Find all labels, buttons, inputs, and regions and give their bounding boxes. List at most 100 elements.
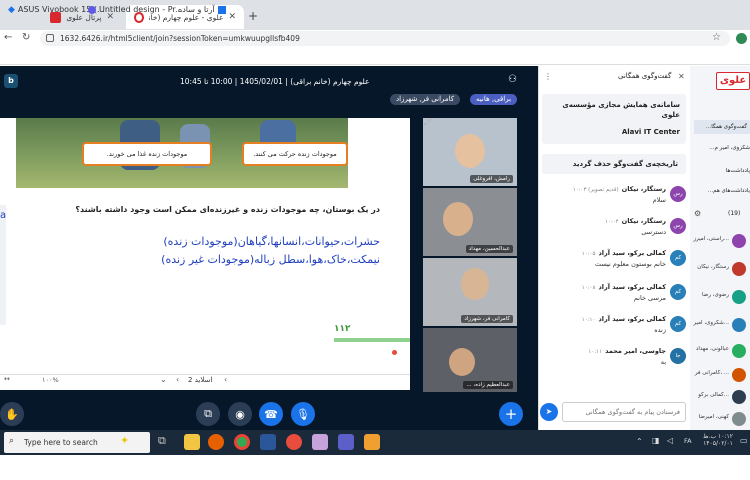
blank-area bbox=[0, 455, 750, 480]
bookmark-icon bbox=[217, 5, 226, 14]
sidebar-item-chat[interactable]: گفت‌وگوی همگا... bbox=[694, 120, 750, 134]
sidebar-item-private-chat[interactable]: شکروی، امیر م... bbox=[694, 145, 750, 151]
chevron-up-icon[interactable]: ⌃ bbox=[636, 437, 643, 446]
clock[interactable]: ۱۰:۱۲ ب.ظ ۱۴۰۵/۰۲/۰۱ bbox=[700, 433, 736, 447]
profile-avatar[interactable] bbox=[736, 33, 747, 44]
chat-avatar: کم bbox=[670, 250, 686, 266]
widgets-icon[interactable]: ✦ bbox=[120, 434, 129, 447]
bbb-logo-icon: b bbox=[4, 74, 18, 88]
user-name: شکروی، امیر... bbox=[693, 320, 729, 326]
language-indicator[interactable]: FA bbox=[684, 437, 692, 445]
next-slide-icon[interactable]: ⌄ bbox=[160, 375, 167, 384]
sidebar-item-shared-notes[interactable]: یادداشت‌های هم... bbox=[694, 188, 750, 194]
word-icon[interactable] bbox=[260, 434, 276, 450]
bookmark-untitled[interactable]: Untitled design - Pr... bbox=[88, 4, 183, 15]
users-count: (19) bbox=[728, 210, 741, 217]
text-tool-icon[interactable]: a bbox=[0, 210, 6, 221]
users-toggle-icon[interactable]: ⚇ bbox=[508, 74, 517, 85]
chat-author: کمالی برکو، سید آراد bbox=[598, 315, 666, 323]
chrome-icon[interactable] bbox=[234, 434, 250, 450]
slide-caption-right: موجودات زنده حرکت می کنند. bbox=[242, 142, 348, 166]
chat-text: سلام bbox=[652, 196, 666, 204]
chat-text: دسترسی bbox=[641, 228, 666, 236]
task-view-icon[interactable]: ⧉ bbox=[158, 434, 174, 450]
teams-icon[interactable] bbox=[338, 434, 354, 450]
chat-time: ۱۰:۰۴ bbox=[604, 219, 619, 225]
chat-menu-icon[interactable]: ⋮ bbox=[544, 72, 552, 81]
file-explorer-icon[interactable] bbox=[184, 434, 200, 450]
user-avatar bbox=[732, 344, 746, 358]
user-list-item[interactable]: رضوی، رضا bbox=[690, 286, 750, 314]
plus-actions-icon[interactable]: + bbox=[499, 402, 523, 426]
video-tile[interactable]: کامرانی فر، شهرزاد bbox=[423, 258, 517, 326]
microphone-icon[interactable]: 🎙 bbox=[291, 402, 315, 426]
user-name: رضوی، رضا bbox=[702, 292, 729, 298]
user-avatar bbox=[732, 234, 746, 248]
user-avatar bbox=[732, 262, 746, 276]
webcam-face bbox=[461, 268, 489, 300]
send-icon[interactable]: ➤ bbox=[540, 403, 558, 421]
user-list-item[interactable]: کهنی، امیرضا bbox=[690, 408, 750, 430]
chat-author: جاوسی، امیر محمد bbox=[605, 347, 666, 355]
next-slide-arrow-icon[interactable]: ‹ bbox=[224, 375, 227, 384]
user-name: کمالی برکو... bbox=[698, 392, 729, 398]
back-icon[interactable]: ← bbox=[4, 32, 12, 43]
volume-icon[interactable]: ◁ bbox=[667, 436, 673, 445]
hand-raise-icon[interactable]: ✋ bbox=[0, 402, 24, 426]
video-name: کامرانی فر، شهرزاد bbox=[461, 315, 513, 323]
canva-icon bbox=[88, 5, 96, 14]
chat-message: کم کمالی برکو، سید آراد۱۰:۱۰ زنده bbox=[538, 314, 690, 346]
user-list-item[interactable]: راستی، امیرز... bbox=[690, 230, 750, 258]
video-tile[interactable]: رامش، افروغلی bbox=[423, 118, 517, 186]
site-info-icon[interactable] bbox=[46, 34, 54, 42]
user-avatar bbox=[732, 318, 746, 332]
firefox-icon[interactable] bbox=[208, 434, 224, 450]
video-name: عبدالحسین، مهداد bbox=[465, 245, 513, 253]
user-avatar bbox=[732, 368, 746, 382]
chat-avatar: کم bbox=[670, 284, 686, 300]
chat-author: کمالی برکو، سید آراد bbox=[598, 249, 666, 257]
chat-text: خانم بوستون معلوم نیست bbox=[594, 260, 666, 268]
camera-icon[interactable]: ◉ bbox=[228, 402, 252, 426]
chat-message: رس رستگار، نیکان۱۰:۰۴ دسترسی bbox=[538, 216, 690, 248]
meeting-title: علوم چهارم (خانم براقی) | 1405/02/01 | 1… bbox=[180, 77, 370, 86]
chat-input[interactable] bbox=[562, 402, 686, 422]
screen-share-icon[interactable]: ⧉ bbox=[196, 402, 220, 426]
user-list-item[interactable]: رستگار، نیکان bbox=[690, 258, 750, 286]
user-list-item[interactable]: شکروی، امیر... bbox=[690, 314, 750, 342]
chat-avatar: کم bbox=[670, 316, 686, 332]
webcam-face bbox=[455, 134, 485, 168]
user-avatar bbox=[732, 290, 746, 304]
url-input[interactable]: 1632.6426.ir/html5client/join?sessionTok… bbox=[40, 31, 730, 46]
chat-time: ۱۰:۱۰ bbox=[581, 317, 596, 323]
sidebar-item-notes[interactable]: پادداشت‌ها bbox=[694, 168, 750, 174]
clock-time: ۱۰:۱۲ ب.ظ bbox=[703, 433, 733, 440]
reload-icon[interactable]: ↻ bbox=[22, 32, 30, 43]
bookmark-arta[interactable]: آرتا و ساده bbox=[178, 4, 226, 15]
close-chat-icon[interactable]: ✕ bbox=[678, 72, 685, 81]
expand-video-icon[interactable]: ⤢ bbox=[424, 118, 434, 128]
close-icon[interactable]: ✕ bbox=[228, 12, 236, 22]
prev-slide-icon[interactable]: ‹ bbox=[176, 375, 179, 384]
video-tile[interactable]: عبدالعظیم زاده، ... bbox=[423, 328, 517, 392]
network-icon[interactable]: ◨ bbox=[652, 436, 660, 445]
user-avatar bbox=[732, 412, 746, 426]
app-icon[interactable] bbox=[364, 434, 380, 450]
settings-gear-icon[interactable]: ⚙ bbox=[694, 209, 701, 218]
zoom-level[interactable]: ۱۰۰% bbox=[42, 376, 59, 384]
phone-icon[interactable]: ☎ bbox=[259, 402, 283, 426]
notifications-icon[interactable]: ▭ bbox=[740, 436, 748, 445]
chat-time: ۱۰:۰۵ bbox=[581, 251, 596, 257]
new-tab-button[interactable]: + bbox=[248, 9, 258, 23]
opera-icon[interactable] bbox=[286, 434, 302, 450]
app-icon[interactable] bbox=[312, 434, 328, 450]
webcam-face bbox=[449, 348, 475, 376]
slide-left-toolbar[interactable] bbox=[0, 205, 6, 325]
user-name: رستگار، نیکان bbox=[697, 264, 729, 270]
chat-time: ۱۰:۱۱ bbox=[588, 349, 603, 355]
slide-selector[interactable]: اسلاید 2 bbox=[188, 376, 212, 384]
video-tile[interactable]: عبدالحسین، مهداد bbox=[423, 188, 517, 256]
chat-author: کمالی برکو، سید آراد bbox=[598, 283, 666, 291]
fit-width-icon[interactable]: ↔ bbox=[4, 375, 10, 383]
bookmark-star-icon[interactable]: ☆ bbox=[712, 32, 721, 43]
